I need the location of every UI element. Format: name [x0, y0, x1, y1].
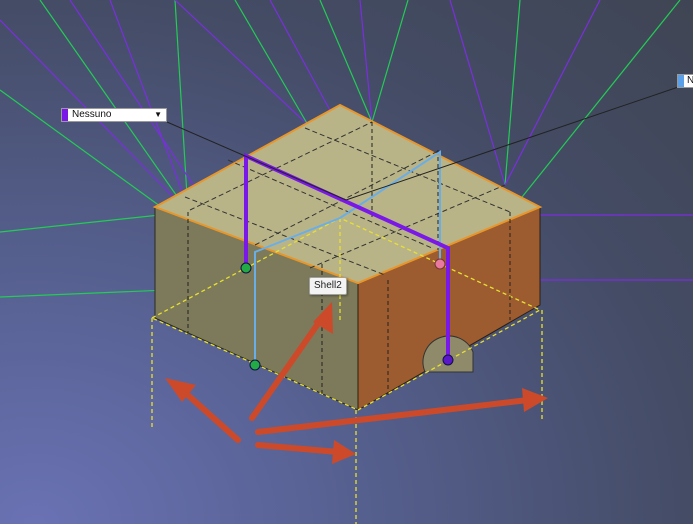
- color-swatch: [62, 109, 68, 121]
- scene-canvas[interactable]: [0, 0, 693, 524]
- secondary-dropdown[interactable]: N: [677, 74, 693, 88]
- dropdown-label: N: [687, 75, 693, 87]
- dropdown-label: Nessuno: [72, 109, 112, 120]
- color-swatch: [678, 75, 684, 87]
- chevron-down-icon[interactable]: ▼: [154, 109, 162, 121]
- endpoint-marker[interactable]: [240, 262, 252, 274]
- endpoint-marker[interactable]: [442, 354, 454, 366]
- endpoint-marker[interactable]: [434, 258, 446, 270]
- endpoint-marker[interactable]: [249, 359, 261, 371]
- 3d-viewport[interactable]: Nessuno ▼ N Shell2: [0, 0, 693, 524]
- shell-tooltip: Shell2: [309, 277, 347, 295]
- selection-dropdown[interactable]: Nessuno ▼: [61, 108, 167, 122]
